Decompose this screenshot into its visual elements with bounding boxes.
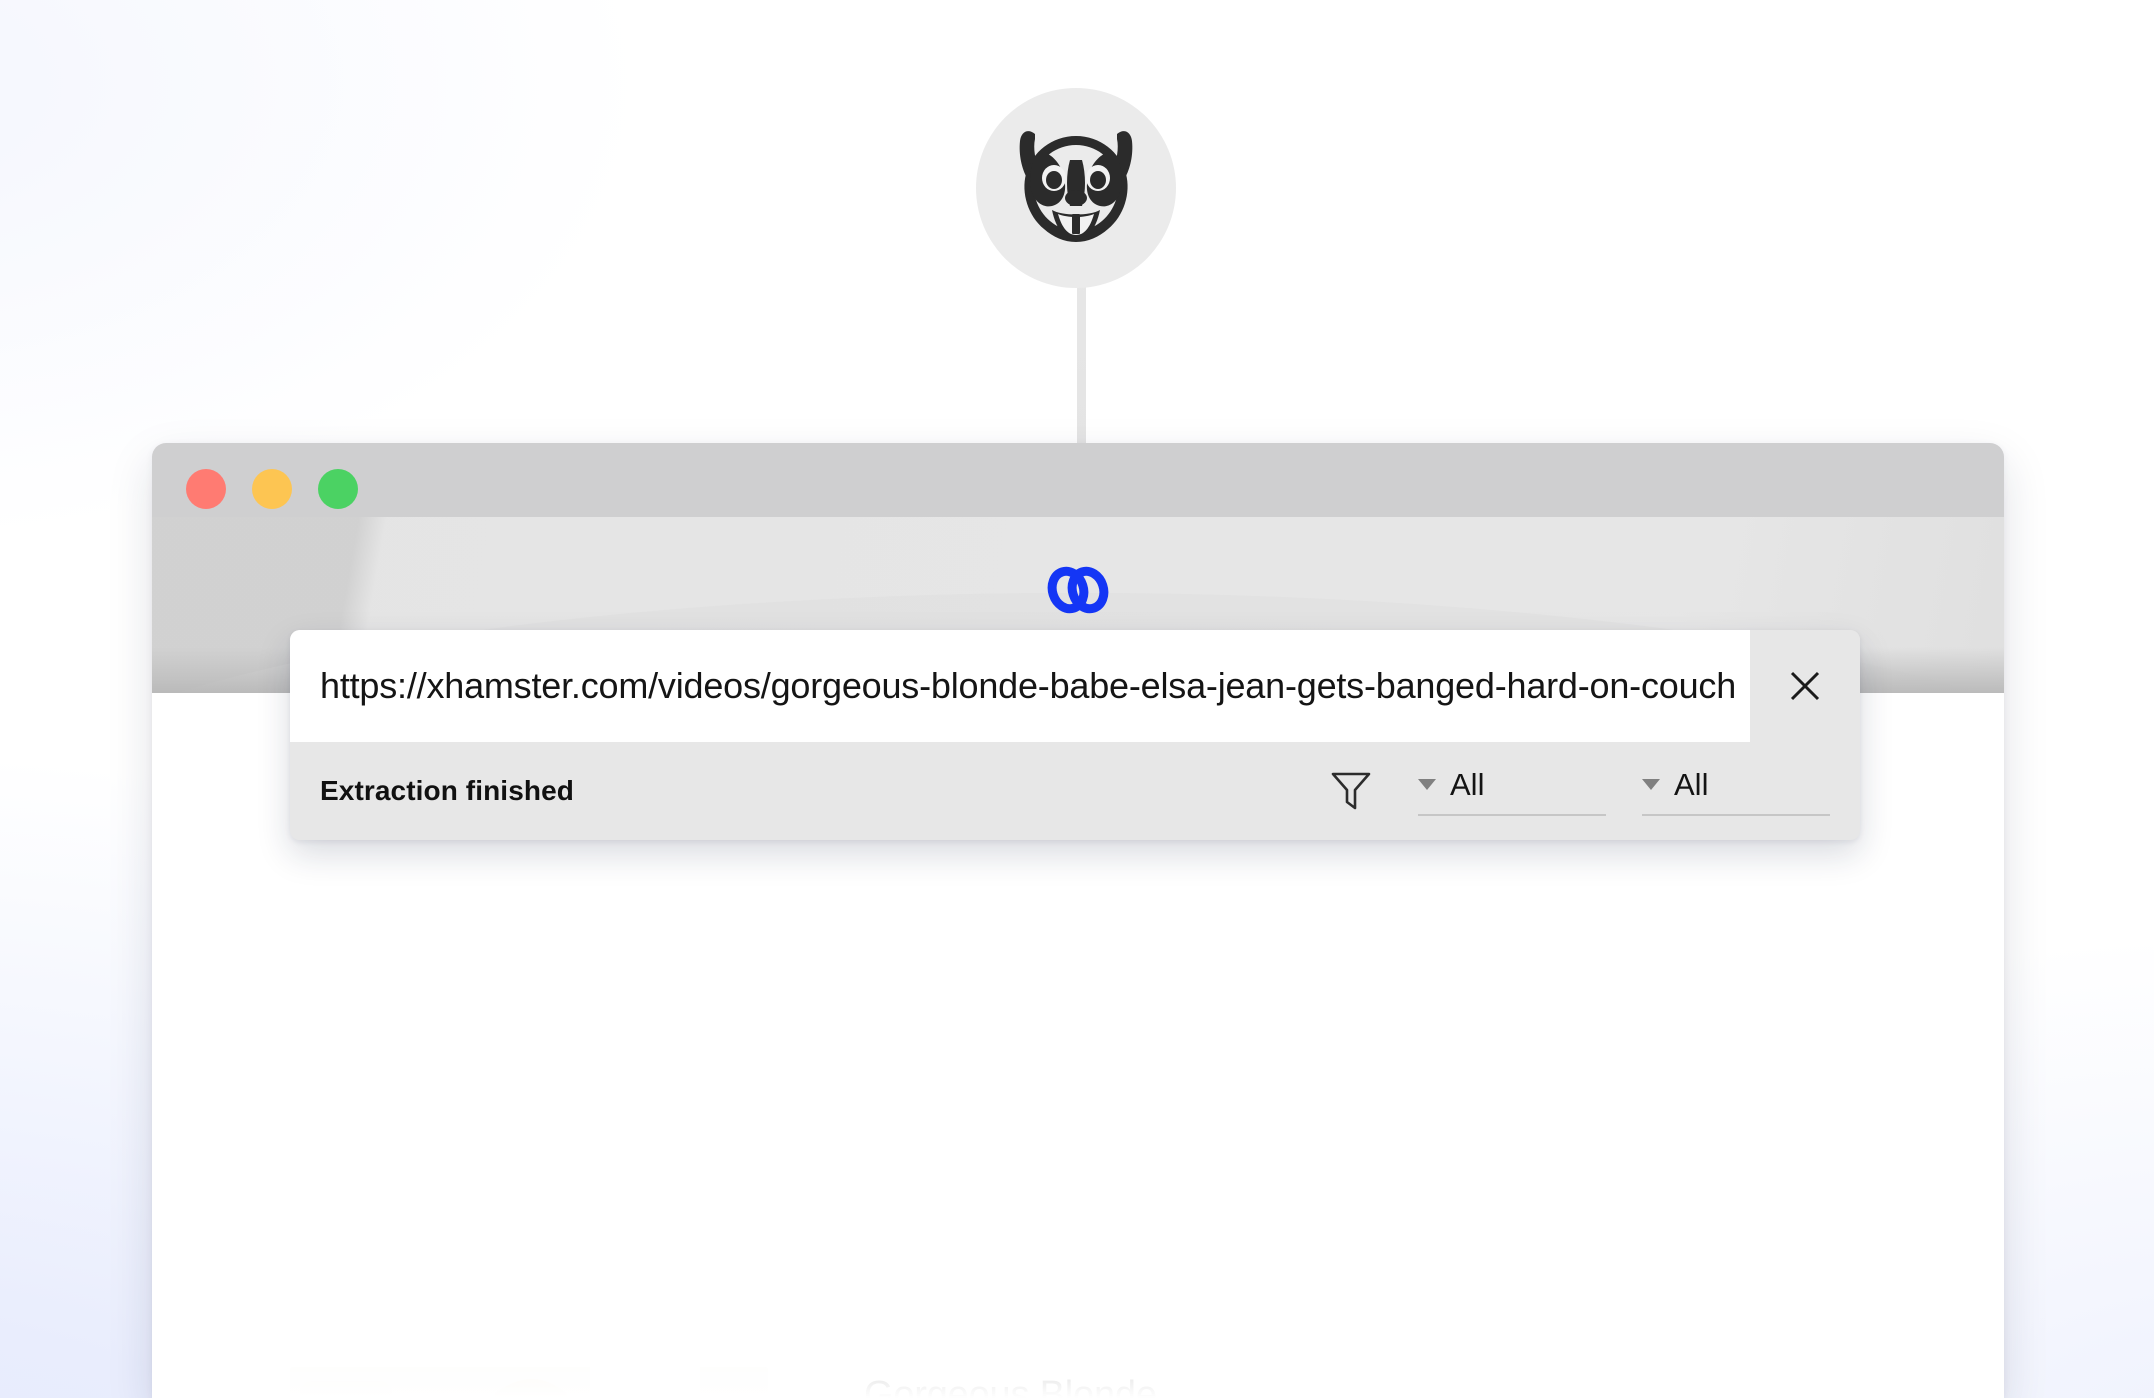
window-titlebar	[152, 443, 2004, 517]
format-filter-value: All	[1450, 766, 1485, 802]
extraction-status-text: Extraction finished	[320, 775, 574, 806]
url-bar-row: https://xhamster.com/videos/gorgeous-blo…	[290, 630, 1860, 742]
app-mascot-badge	[976, 88, 1176, 288]
window-maximize-button[interactable]	[318, 469, 358, 509]
quality-filter-value: All	[1674, 766, 1709, 802]
url-extraction-card: https://xhamster.com/videos/gorgeous-blo…	[290, 630, 1860, 840]
video-format-list: Gorgeous Blonde MP4 video (720p)	[864, 1367, 1862, 1398]
chevron-down-icon	[1418, 779, 1436, 790]
window-close-button[interactable]	[186, 469, 226, 509]
video-title: Gorgeous Blonde	[864, 1374, 1157, 1398]
format-filter-select[interactable]: All	[1418, 767, 1606, 816]
chain-link-icon	[1047, 565, 1109, 615]
raccoon-mascot-icon	[1008, 126, 1144, 250]
results-section: Gorgeous Blonde MP4 video (720p)	[152, 1317, 2004, 1398]
thumbnail-art	[290, 1367, 768, 1398]
url-input[interactable]: https://xhamster.com/videos/gorgeous-blo…	[290, 630, 1750, 742]
chevron-down-icon	[1642, 779, 1660, 790]
url-clear-button[interactable]	[1750, 630, 1860, 742]
quality-filter-select[interactable]: All	[1642, 767, 1830, 816]
close-x-icon	[1790, 671, 1820, 701]
browser-window: Gorgeous Blonde MP4 video (720p)	[152, 443, 2004, 1398]
video-thumbnail[interactable]	[290, 1367, 768, 1398]
funnel-filter-icon[interactable]	[1330, 769, 1372, 813]
filters-group: All All	[1330, 767, 1830, 816]
status-bar-row: Extraction finished All All	[290, 742, 1860, 840]
window-minimize-button[interactable]	[252, 469, 292, 509]
